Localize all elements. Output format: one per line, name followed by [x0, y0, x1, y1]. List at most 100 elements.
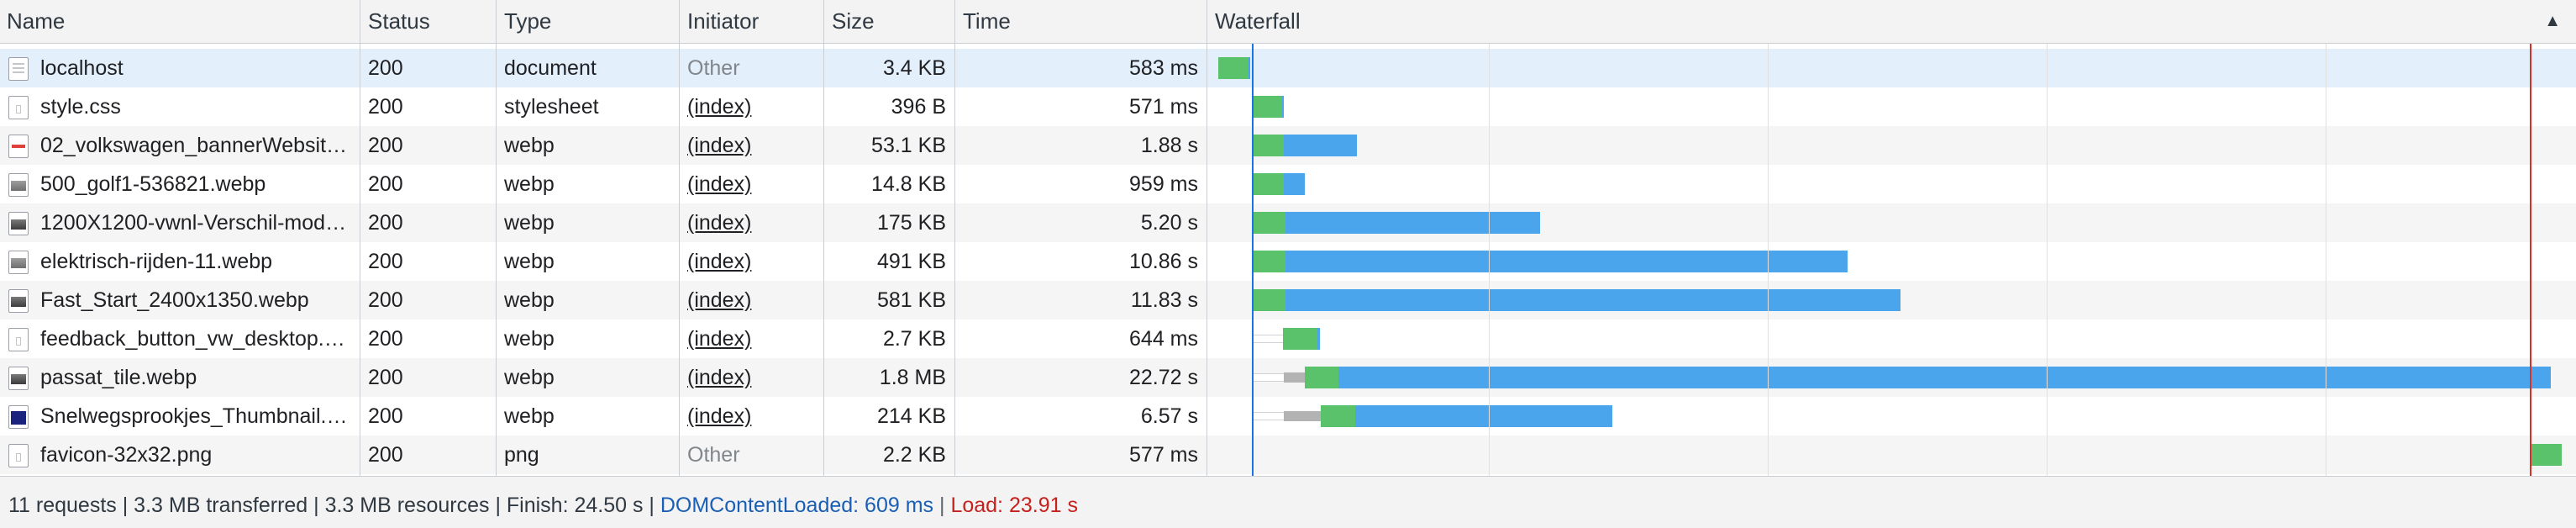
cell-status: 200 [368, 211, 403, 235]
column-header-type[interactable]: Type [497, 0, 679, 44]
waterfall-waiting-bar[interactable] [1252, 212, 1285, 234]
waterfall-waiting-bar[interactable] [1218, 57, 1249, 79]
waterfall-waiting-bar[interactable] [1321, 405, 1356, 427]
cell-initiator[interactable]: (index) [681, 126, 823, 165]
cell-name[interactable]: localhost [0, 49, 360, 87]
waterfall-gridline [1489, 44, 1490, 476]
cell-initiator[interactable]: (index) [681, 242, 823, 281]
request-name[interactable]: feedback_button_vw_desktop.webp [40, 319, 353, 358]
cell-size: 2.2 KB [882, 443, 946, 467]
cell-name[interactable]: favicon-32x32.png [0, 436, 360, 474]
column-header-status[interactable]: Status [361, 0, 496, 44]
waterfall-download-bar[interactable] [1317, 328, 1320, 350]
column-header-size[interactable]: Size [825, 0, 954, 44]
cell-name[interactable]: 02_volkswagen_bannerWebsite.webp [0, 126, 360, 165]
css-file-icon [8, 96, 29, 119]
cell-initiator[interactable]: (index) [681, 397, 823, 436]
cell-name[interactable]: 500_golf1-536821.webp [0, 165, 360, 203]
waterfall-download-bar[interactable] [1284, 173, 1306, 195]
cell-size: 53.1 KB [871, 134, 946, 157]
waterfall-stall-bar[interactable] [1284, 372, 1306, 383]
waterfall-gridline [2047, 44, 2048, 476]
cell-size: 2.7 KB [882, 327, 946, 351]
cell-name[interactable]: elektrisch-rijden-11.webp [0, 242, 360, 281]
column-header-name[interactable]: Name [0, 0, 360, 44]
request-name[interactable]: favicon-32x32.png [40, 436, 353, 474]
cell-time: 5.20 s [1140, 211, 1198, 235]
cell-time: 6.57 s [1140, 404, 1198, 428]
request-name[interactable]: 02_volkswagen_bannerWebsite.webp [40, 126, 353, 165]
column-header-initiator[interactable]: Initiator [681, 0, 823, 44]
request-name[interactable]: elektrisch-rijden-11.webp [40, 242, 353, 281]
cell-initiator[interactable]: (index) [681, 319, 823, 358]
cell-initiator[interactable]: (index) [681, 358, 823, 397]
request-name[interactable]: Snelwegsprookjes_Thumbnail.webp [40, 397, 353, 436]
cell-time: 583 ms [1129, 56, 1198, 80]
cell-type: document [504, 56, 597, 80]
cell-type: webp [504, 327, 555, 351]
cell-time: 571 ms [1129, 95, 1198, 119]
table-row[interactable]: localhost 200 document Other 3.4 KB 583 ms [0, 49, 2576, 87]
cell-name[interactable]: style.css [0, 87, 360, 126]
waterfall-waiting-bar[interactable] [1283, 328, 1317, 350]
waterfall-queue-bar[interactable] [1252, 412, 1285, 420]
waterfall-waiting-bar[interactable] [2531, 444, 2563, 466]
column-divider[interactable] [823, 0, 824, 476]
column-divider[interactable] [496, 0, 497, 476]
waterfall-download-bar[interactable] [1248, 57, 1250, 79]
dom-content-loaded-text: DOMContentLoaded: 609 ms [660, 494, 934, 517]
request-name[interactable]: style.css [40, 87, 353, 126]
image-icon [8, 405, 29, 429]
waterfall-download-bar[interactable] [1285, 212, 1540, 234]
cell-initiator[interactable]: (index) [681, 281, 823, 319]
column-header-waterfall[interactable]: Waterfall [1208, 0, 2519, 44]
waterfall-queue-bar[interactable] [1252, 373, 1285, 382]
request-name[interactable]: 500_golf1-536821.webp [40, 165, 353, 203]
cell-status: 200 [368, 404, 403, 428]
waterfall-download-bar[interactable] [1285, 251, 1848, 272]
waterfall-download-bar[interactable] [1355, 405, 1613, 427]
cell-name[interactable]: feedback_button_vw_desktop.webp [0, 319, 360, 358]
request-name[interactable]: Fast_Start_2400x1350.webp [40, 281, 353, 319]
cell-initiator: Other [687, 443, 740, 467]
cell-type: webp [504, 366, 555, 389]
waterfall-waiting-bar[interactable] [1252, 289, 1285, 311]
request-name[interactable]: localhost [40, 49, 353, 87]
cell-initiator[interactable]: (index) [681, 87, 823, 126]
waterfall-waiting-bar[interactable] [1252, 251, 1285, 272]
waterfall-download-bar[interactable] [1285, 289, 1901, 311]
column-divider[interactable] [679, 0, 680, 476]
request-name[interactable]: 1200X1200-vwnl-Verschil-model.webp [40, 203, 353, 242]
waterfall-download-bar[interactable] [1338, 367, 2552, 388]
waterfall-waiting-bar[interactable] [1305, 367, 1338, 388]
waterfall-download-bar[interactable] [1284, 135, 1357, 156]
cell-initiator[interactable]: (index) [681, 203, 823, 242]
waterfall-stall-bar[interactable] [1284, 411, 1322, 421]
request-name[interactable]: passat_tile.webp [40, 358, 353, 397]
load-marker [2529, 44, 2531, 476]
column-divider[interactable] [954, 0, 955, 476]
waterfall-waiting-bar[interactable] [1252, 96, 1282, 118]
document-icon [8, 57, 29, 81]
waterfall-waiting-bar[interactable] [1252, 173, 1285, 195]
cell-time: 577 ms [1129, 443, 1198, 467]
cell-name[interactable]: 1200X1200-vwnl-Verschil-model.webp [0, 203, 360, 242]
cell-size: 581 KB [876, 288, 946, 312]
waterfall-waiting-bar[interactable] [1252, 135, 1285, 156]
table-row[interactable]: style.css 200 stylesheet (index) 396 B 571 ms [0, 87, 2576, 126]
sort-ascending-icon[interactable]: ▲ [2544, 0, 2561, 42]
cell-size: 175 KB [876, 211, 946, 235]
cell-name[interactable]: passat_tile.webp [0, 358, 360, 397]
cell-status: 200 [368, 250, 403, 273]
cell-initiator[interactable]: (index) [681, 165, 823, 203]
column-header-time[interactable]: Time [956, 0, 1207, 44]
waterfall-download-bar[interactable] [1281, 96, 1285, 118]
cell-type: webp [504, 404, 555, 428]
table-row[interactable]: favicon-32x32.png 200 png Other 2.2 KB 577 ms [0, 436, 2576, 474]
image-icon [8, 135, 29, 158]
cell-name[interactable]: Fast_Start_2400x1350.webp [0, 281, 360, 319]
cell-time: 22.72 s [1128, 366, 1198, 389]
cell-name[interactable]: Snelwegsprookjes_Thumbnail.webp [0, 397, 360, 436]
cell-type: png [504, 443, 539, 467]
waterfall-queue-bar[interactable] [1252, 335, 1284, 343]
